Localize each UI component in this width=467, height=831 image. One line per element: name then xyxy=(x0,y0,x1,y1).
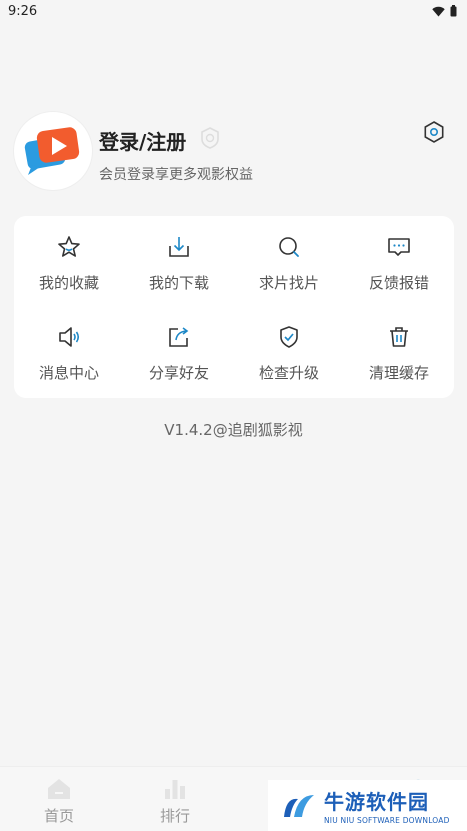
menu-item-downloads[interactable]: 我的下载 xyxy=(124,216,234,296)
app-logo-icon xyxy=(24,127,80,175)
menu-label: 我的下载 xyxy=(148,274,209,292)
menu-label: 反馈报错 xyxy=(368,274,429,292)
menu-card: 我的收藏 我的下载 求片找片 反馈报错 消息中心 分享好友 检查升级 清理缓存 xyxy=(14,216,454,398)
menu-item-check-update[interactable]: 检查升级 xyxy=(234,306,344,386)
share-icon xyxy=(169,327,189,347)
menu-label: 我的收藏 xyxy=(38,274,99,292)
avatar[interactable] xyxy=(14,112,92,190)
version-text: V1.4.2@追剧狐影视 xyxy=(164,421,303,439)
menu-label: 求片找片 xyxy=(258,274,319,292)
wifi-icon xyxy=(432,6,445,16)
speaker-icon xyxy=(59,327,80,347)
status-icons xyxy=(432,5,457,17)
menu-item-clear-cache[interactable]: 清理缓存 xyxy=(344,306,454,386)
battery-icon xyxy=(450,5,457,17)
watermark-title: 牛游软件园 xyxy=(324,790,429,814)
status-time: 9:26 xyxy=(8,3,38,19)
menu-item-messages[interactable]: 消息中心 xyxy=(14,306,124,386)
login-subtitle: 会员登录享更多观影权益 xyxy=(99,167,253,183)
menu-label: 分享好友 xyxy=(148,364,209,382)
menu-label: 检查升级 xyxy=(258,364,319,382)
menu-item-share[interactable]: 分享好友 xyxy=(124,306,234,386)
tab-label: 排行 xyxy=(159,807,190,825)
watermark-logo-icon xyxy=(284,794,314,817)
watermark: 牛游软件园 NIU NIU SOFTWARE DOWNLOAD xyxy=(268,780,467,831)
tab-ranking[interactable]: 排行 xyxy=(120,767,230,831)
tab-label: 首页 xyxy=(43,807,74,825)
tab-home[interactable]: 首页 xyxy=(4,767,114,831)
feedback-icon xyxy=(388,238,410,256)
status-bar: 9:26 xyxy=(0,0,467,22)
menu-label: 消息中心 xyxy=(38,364,99,382)
login-register-link[interactable]: 登录/注册 xyxy=(99,126,186,155)
profile-header[interactable]: 登录/注册 会员登录享更多观影权益 xyxy=(14,112,454,192)
menu-item-request-movie[interactable]: 求片找片 xyxy=(234,216,344,296)
settings-icon[interactable] xyxy=(422,120,446,144)
watermark-subtitle: NIU NIU SOFTWARE DOWNLOAD xyxy=(324,816,450,825)
menu-item-feedback[interactable]: 反馈报错 xyxy=(344,216,454,296)
vip-badge-icon xyxy=(201,127,219,149)
search-icon xyxy=(279,237,299,257)
home-icon xyxy=(48,779,70,799)
ranking-icon xyxy=(165,780,185,799)
trash-icon xyxy=(390,327,408,347)
menu-item-favorites[interactable]: 我的收藏 xyxy=(14,216,124,296)
shield-check-icon xyxy=(280,326,298,348)
download-icon xyxy=(169,237,189,257)
star-icon xyxy=(58,236,80,257)
menu-label: 清理缓存 xyxy=(368,364,429,382)
